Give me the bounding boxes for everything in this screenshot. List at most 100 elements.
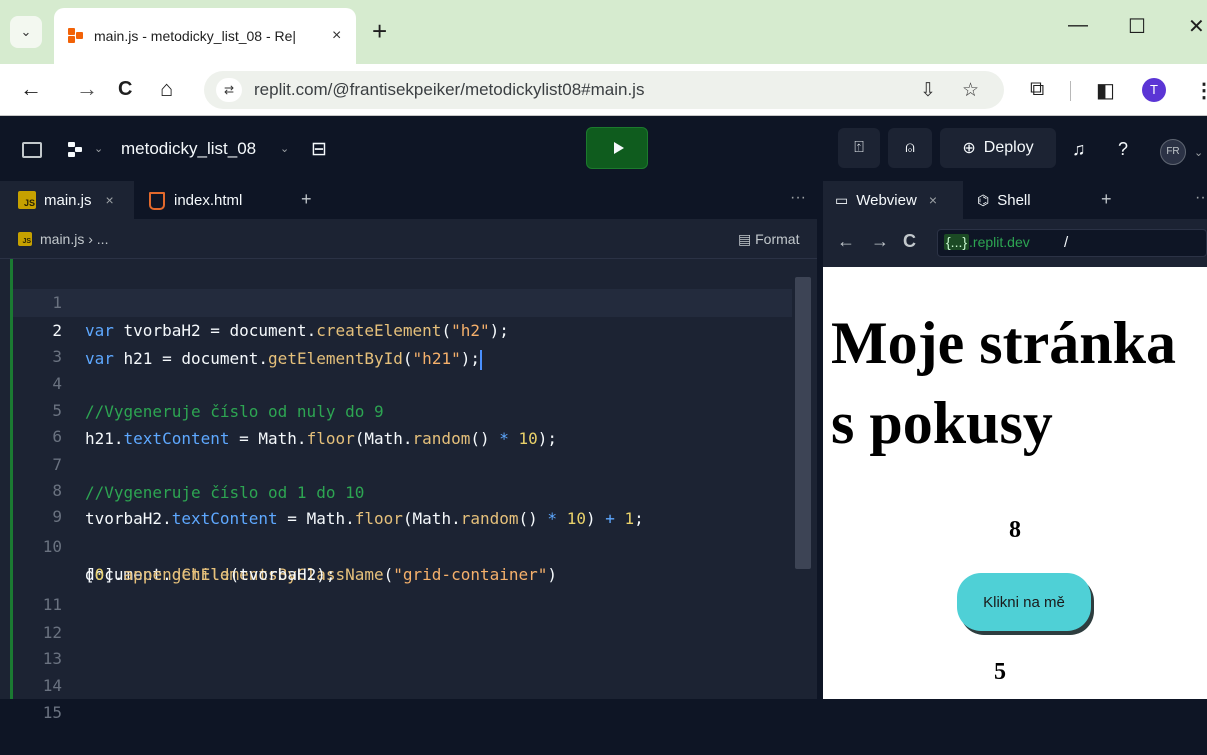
- browser-tab-title: main.js - metodicky_list_08 - Re|: [94, 28, 297, 44]
- reload-button[interactable]: C: [118, 76, 132, 102]
- page-heading: Moje stránka s pokusy: [831, 310, 1176, 456]
- webview-nav-bar: ← → C {...} .replit.dev /: [823, 219, 1207, 267]
- forward-button[interactable]: →: [76, 76, 98, 102]
- format-icon: ▤: [738, 231, 756, 247]
- shell-icon: ⌬: [977, 191, 990, 208]
- code-line[interactable]: 5 h21.textContent = Math.floor(Math.rand…: [0, 369, 790, 448]
- code-line[interactable]: 11: [0, 563, 790, 614]
- back-button[interactable]: ←: [20, 76, 42, 102]
- close-window-button[interactable]: ✕: [1188, 14, 1205, 39]
- add-tab-button[interactable]: +: [1101, 189, 1112, 210]
- sidebar-toggle-icon[interactable]: [22, 142, 42, 158]
- repl-name[interactable]: metodicky_list_08: [121, 139, 256, 159]
- code-line[interactable]: 12: [0, 591, 790, 642]
- code-line[interactable]: 15: [0, 671, 790, 722]
- notifications-bell-icon[interactable]: ♫: [1072, 139, 1086, 160]
- side-panel-icon[interactable]: ◧: [1096, 78, 1115, 103]
- tab-label: Shell: [997, 191, 1031, 209]
- url-text[interactable]: replit.com/@frantisekpeiker/metodickylis…: [254, 80, 644, 100]
- code-line[interactable]: 10 document.getElementsByClassName("grid…: [0, 505, 790, 584]
- home-button[interactable]: ⌂: [160, 76, 173, 102]
- code-line[interactable]: 3: [0, 315, 790, 366]
- random-number-h2: 5: [994, 659, 1006, 685]
- user-avatar[interactable]: FR: [1160, 139, 1186, 165]
- format-button[interactable]: ▤ Format: [738, 231, 799, 248]
- code-line[interactable]: 6: [0, 395, 790, 446]
- deploy-button[interactable]: ⊕ Deploy: [940, 128, 1056, 168]
- html-file-icon: [148, 191, 165, 210]
- tab-close-icon[interactable]: ×: [332, 27, 341, 45]
- code-line[interactable]: 9: [0, 475, 790, 526]
- webview-pane: ▭ Webview × ⌬ Shell + ·· ← → C {...} .rep…: [823, 181, 1207, 699]
- webview-content: Moje stránka s pokusy 8 Klikni na mě 5: [823, 267, 1207, 699]
- editor-tab-bar: JS main.js × index.html + ···: [0, 181, 817, 219]
- code-line-wrapped[interactable]: [0].appendChild(tvorbaH2);: [0, 533, 790, 584]
- webview-reload-icon[interactable]: C: [903, 231, 916, 252]
- bookmark-star-icon[interactable]: ☆: [962, 79, 979, 102]
- extensions-icon[interactable]: ⧉: [1030, 78, 1044, 101]
- more-options-icon[interactable]: ··: [1195, 189, 1206, 207]
- add-tab-button[interactable]: +: [301, 189, 312, 210]
- webview-url-field[interactable]: {...} .replit.dev /: [937, 229, 1207, 257]
- code-area[interactable]: 1 var tvorbaH2 = document.createElement(…: [0, 259, 817, 722]
- site-info-icon[interactable]: ⇄: [216, 78, 242, 102]
- webview-url-path[interactable]: /: [1064, 234, 1068, 251]
- tab-label: main.js: [44, 191, 92, 209]
- replit-header: ⌄ metodicky_list_08 ⌄ ⊟ ⍐ ⍝ ⊕ Deploy ♫ ?…: [0, 117, 1207, 181]
- breadcrumb: JS main.js › ... ▤ Format: [0, 219, 817, 259]
- tab-main-js[interactable]: JS main.js ×: [0, 181, 134, 219]
- webview-back-icon[interactable]: ←: [837, 231, 855, 252]
- tab-close-icon[interactable]: ×: [929, 192, 937, 208]
- profile-avatar[interactable]: T: [1142, 78, 1166, 102]
- avatar-chevron-down-icon[interactable]: ⌄: [1194, 146, 1203, 159]
- tab-shell[interactable]: ⌬ Shell: [963, 181, 1083, 219]
- breadcrumb-path[interactable]: main.js › ...: [40, 231, 108, 247]
- repl-info-icon[interactable]: ⊟: [311, 138, 327, 161]
- js-file-icon: JS: [18, 191, 36, 209]
- browser-tab-active[interactable]: main.js - metodicky_list_08 - Re| ×: [54, 8, 356, 64]
- play-icon: [613, 142, 624, 154]
- tab-search-button[interactable]: ⌄: [10, 16, 42, 48]
- js-file-icon: JS: [18, 232, 32, 246]
- browser-tab-strip: ⌄ main.js - metodicky_list_08 - Re| × + …: [0, 0, 1207, 64]
- code-line[interactable]: 1 var tvorbaH2 = document.createElement(…: [0, 261, 790, 340]
- code-line[interactable]: 2 var h21 = document.getElementById("h21…: [0, 289, 790, 370]
- code-line[interactable]: 8 tvorbaH2.textContent = Math.floor(Math…: [0, 449, 790, 528]
- repl-chevron-down-icon[interactable]: ⌄: [280, 142, 289, 155]
- tab-index-html[interactable]: index.html: [134, 181, 284, 219]
- tab-close-icon[interactable]: ×: [106, 192, 114, 208]
- run-button[interactable]: [586, 127, 648, 169]
- devices-icon: ⍐: [854, 139, 864, 156]
- code-line[interactable]: 14: [0, 644, 790, 695]
- webview-url-host: {...} .replit.dev: [944, 234, 1030, 250]
- deploy-icon: ⊕: [962, 140, 976, 157]
- devices-button[interactable]: ⍐: [838, 128, 880, 168]
- code-line[interactable]: 13: [0, 617, 790, 668]
- editor-scrollbar[interactable]: [795, 277, 811, 569]
- install-app-icon[interactable]: ⇩: [920, 79, 936, 102]
- deploy-label: Deploy: [983, 139, 1034, 156]
- minimize-button[interactable]: —: [1068, 14, 1088, 37]
- tab-webview[interactable]: ▭ Webview ×: [823, 181, 963, 219]
- replit-favicon-icon: [68, 28, 84, 44]
- line-number: 15: [42, 703, 62, 722]
- help-icon[interactable]: ?: [1118, 139, 1128, 160]
- logo-chevron-down-icon[interactable]: ⌄: [94, 142, 103, 155]
- code-editor-pane: JS main.js × index.html + ··· JS main.js…: [0, 181, 817, 722]
- more-options-icon[interactable]: ···: [790, 189, 806, 207]
- browser-menu-icon[interactable]: ⋮: [1194, 78, 1207, 103]
- tab-label: Webview: [856, 191, 917, 209]
- code-line[interactable]: 7 //Vygeneruje číslo od 1 do 10: [0, 423, 790, 502]
- invite-button[interactable]: ⍝: [888, 128, 932, 168]
- browser-toolbar: ← → C ⌂ ⇄ replit.com/@frantisekpeiker/me…: [0, 64, 1207, 116]
- replit-logo-icon[interactable]: [68, 142, 86, 158]
- random-number-h21: 8: [1009, 517, 1021, 543]
- click-me-button[interactable]: Klikni na mě: [957, 573, 1091, 631]
- address-bar[interactable]: ⇄ replit.com/@frantisekpeiker/metodickyl…: [204, 71, 1004, 109]
- monitor-icon: ▭: [835, 191, 849, 208]
- webview-tab-bar: ▭ Webview × ⌬ Shell + ··: [823, 181, 1207, 219]
- webview-forward-icon[interactable]: →: [871, 231, 889, 252]
- new-tab-button[interactable]: +: [372, 16, 387, 46]
- code-line[interactable]: 4 //Vygeneruje číslo od nuly do 9: [0, 342, 790, 421]
- maximize-button[interactable]: ☐: [1128, 14, 1146, 39]
